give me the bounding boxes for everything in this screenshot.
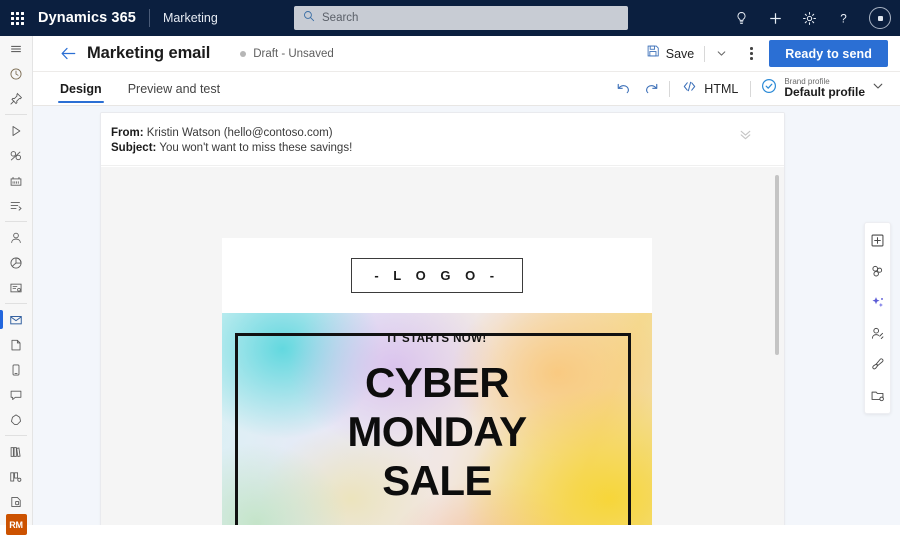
email-subject-row: Subject: You won't want to miss these sa… <box>111 141 784 156</box>
pin-icon[interactable] <box>0 86 33 111</box>
flow-icon[interactable] <box>0 193 33 218</box>
rail-divider <box>5 221 27 222</box>
save-options-chevron-down-icon[interactable] <box>709 41 733 67</box>
email-designer-surface[interactable]: From: Kristin Watson (hello@contoso.com)… <box>100 112 785 525</box>
global-search[interactable] <box>294 6 628 30</box>
assets-panel-icon[interactable] <box>866 384 890 407</box>
from-value: Kristin Watson (hello@contoso.com) <box>146 127 333 139</box>
save-button[interactable]: Save <box>640 40 701 67</box>
layout-elements-icon[interactable] <box>866 260 890 283</box>
brand-divider <box>148 9 150 27</box>
verified-badge-icon <box>761 78 777 99</box>
page-title: Marketing email <box>87 44 211 62</box>
save-label: Save <box>665 46 695 61</box>
chevron-double-down-icon[interactable] <box>734 125 756 145</box>
tab-preview-and-test[interactable]: Preview and test <box>126 72 222 106</box>
design-canvas: From: Kristin Watson (hello@contoso.com)… <box>33 106 900 525</box>
sidebar-item-marketing-emails[interactable] <box>0 307 33 332</box>
svg-text:?: ? <box>840 12 847 25</box>
mobile-icon[interactable] <box>0 357 33 382</box>
styles-brush-icon[interactable] <box>866 353 890 376</box>
email-from-row: From: Kristin Watson (hello@contoso.com) <box>111 126 784 141</box>
brand-profile-value: Default profile <box>784 85 865 100</box>
forms-icon[interactable] <box>0 275 33 300</box>
email-header-meta: From: Kristin Watson (hello@contoso.com)… <box>101 113 784 166</box>
hero-banner-image[interactable]: IT STARTS NOW! CYBER MONDAY SALE <box>222 313 652 525</box>
segments-icon[interactable] <box>0 143 33 168</box>
app-name[interactable]: Marketing <box>163 11 218 25</box>
status-text: Draft - Unsaved <box>253 47 334 60</box>
hamburger-icon[interactable] <box>0 36 33 61</box>
hero-kicker: IT STARTS NOW! <box>387 333 487 345</box>
left-navigation-rail: RM <box>0 36 33 535</box>
save-icon <box>646 44 660 63</box>
search-icon <box>303 9 315 27</box>
logo-block[interactable]: - L O G O - <box>222 238 652 313</box>
email-content-page[interactable]: - L O G O - IT STARTS NOW! CYBER MONDAY … <box>222 238 652 525</box>
undo-icon[interactable] <box>609 75 637 103</box>
rail-divider <box>5 303 27 304</box>
tab-design-label: Design <box>60 81 102 96</box>
search-input[interactable] <box>322 7 628 29</box>
pages-icon[interactable] <box>0 332 33 357</box>
ai-sparkle-icon[interactable] <box>866 291 890 314</box>
lightbulb-icon[interactable] <box>724 0 758 36</box>
top-nav-icon-group: ? <box>724 0 900 36</box>
plus-icon[interactable] <box>758 0 792 36</box>
brand-profile-selector[interactable]: Brand profile Default profile <box>755 75 888 102</box>
templates-icon[interactable] <box>0 464 33 489</box>
rail-divider <box>5 114 27 115</box>
play-icon[interactable] <box>0 118 33 143</box>
rail-divider <box>5 435 27 436</box>
hero-headline: CYBER MONDAY SALE <box>222 358 652 505</box>
logo-placeholder: - L O G O - <box>351 258 523 293</box>
chevron-down-icon[interactable] <box>872 79 884 97</box>
chat-icon[interactable] <box>0 382 33 407</box>
analytics-icon[interactable] <box>0 250 33 275</box>
command-bar: Marketing email Draft - Unsaved Save Rea… <box>33 36 900 72</box>
redo-icon[interactable] <box>637 75 665 103</box>
brand-name[interactable]: Dynamics 365 <box>34 10 136 26</box>
status-dot-icon <box>240 50 247 57</box>
personalization-icon[interactable] <box>866 322 890 345</box>
email-body-area[interactable]: - L O G O - IT STARTS NOW! CYBER MONDAY … <box>101 167 784 525</box>
code-brackets-icon <box>682 80 697 98</box>
subject-label: Subject: <box>111 142 157 154</box>
tab-design[interactable]: Design <box>58 72 104 106</box>
app-launcher-icon[interactable] <box>0 0 34 36</box>
top-navigation-bar: Dynamics 365 Marketing ? <box>0 0 900 36</box>
social-icon[interactable] <box>0 407 33 432</box>
html-label: HTML <box>704 81 739 96</box>
toolbar-divider <box>750 80 752 97</box>
hero-headline-line-2: MONDAY <box>347 408 527 455</box>
assets-icon[interactable] <box>0 489 33 514</box>
subject-value: You won't want to miss these savings! <box>159 142 353 154</box>
from-label: From: <box>111 127 144 139</box>
status-badge: Draft - Unsaved <box>240 48 334 60</box>
gear-icon[interactable] <box>792 0 826 36</box>
designer-tool-panel <box>864 222 891 414</box>
editor-toolbar: HTML Brand profile Default profile <box>609 75 900 103</box>
ready-to-send-button[interactable]: Ready to send <box>769 40 888 67</box>
hero-headline-line-3: SALE <box>382 457 492 504</box>
add-element-icon[interactable] <box>866 229 890 252</box>
avatar[interactable] <box>860 0 900 36</box>
more-commands-button[interactable] <box>739 41 763 67</box>
back-button[interactable] <box>53 39 83 69</box>
command-divider <box>704 45 706 62</box>
toolbar-divider <box>669 80 671 97</box>
library-icon[interactable] <box>0 439 33 464</box>
tab-preview-and-test-label: Preview and test <box>127 81 221 96</box>
clock-icon[interactable] <box>0 61 33 86</box>
html-button[interactable]: HTML <box>674 77 746 101</box>
canvas-vertical-scrollbar[interactable] <box>775 175 779 355</box>
help-icon[interactable]: ? <box>826 0 860 36</box>
events-icon[interactable] <box>0 168 33 193</box>
command-bar-actions: Save Ready to send <box>640 40 900 67</box>
editor-tab-bar: Design Preview and test HTML Brand profi… <box>33 72 900 106</box>
contacts-icon[interactable] <box>0 225 33 250</box>
hero-text-block: IT STARTS NOW! CYBER MONDAY SALE <box>222 333 652 505</box>
hero-headline-line-1: CYBER <box>364 359 510 406</box>
